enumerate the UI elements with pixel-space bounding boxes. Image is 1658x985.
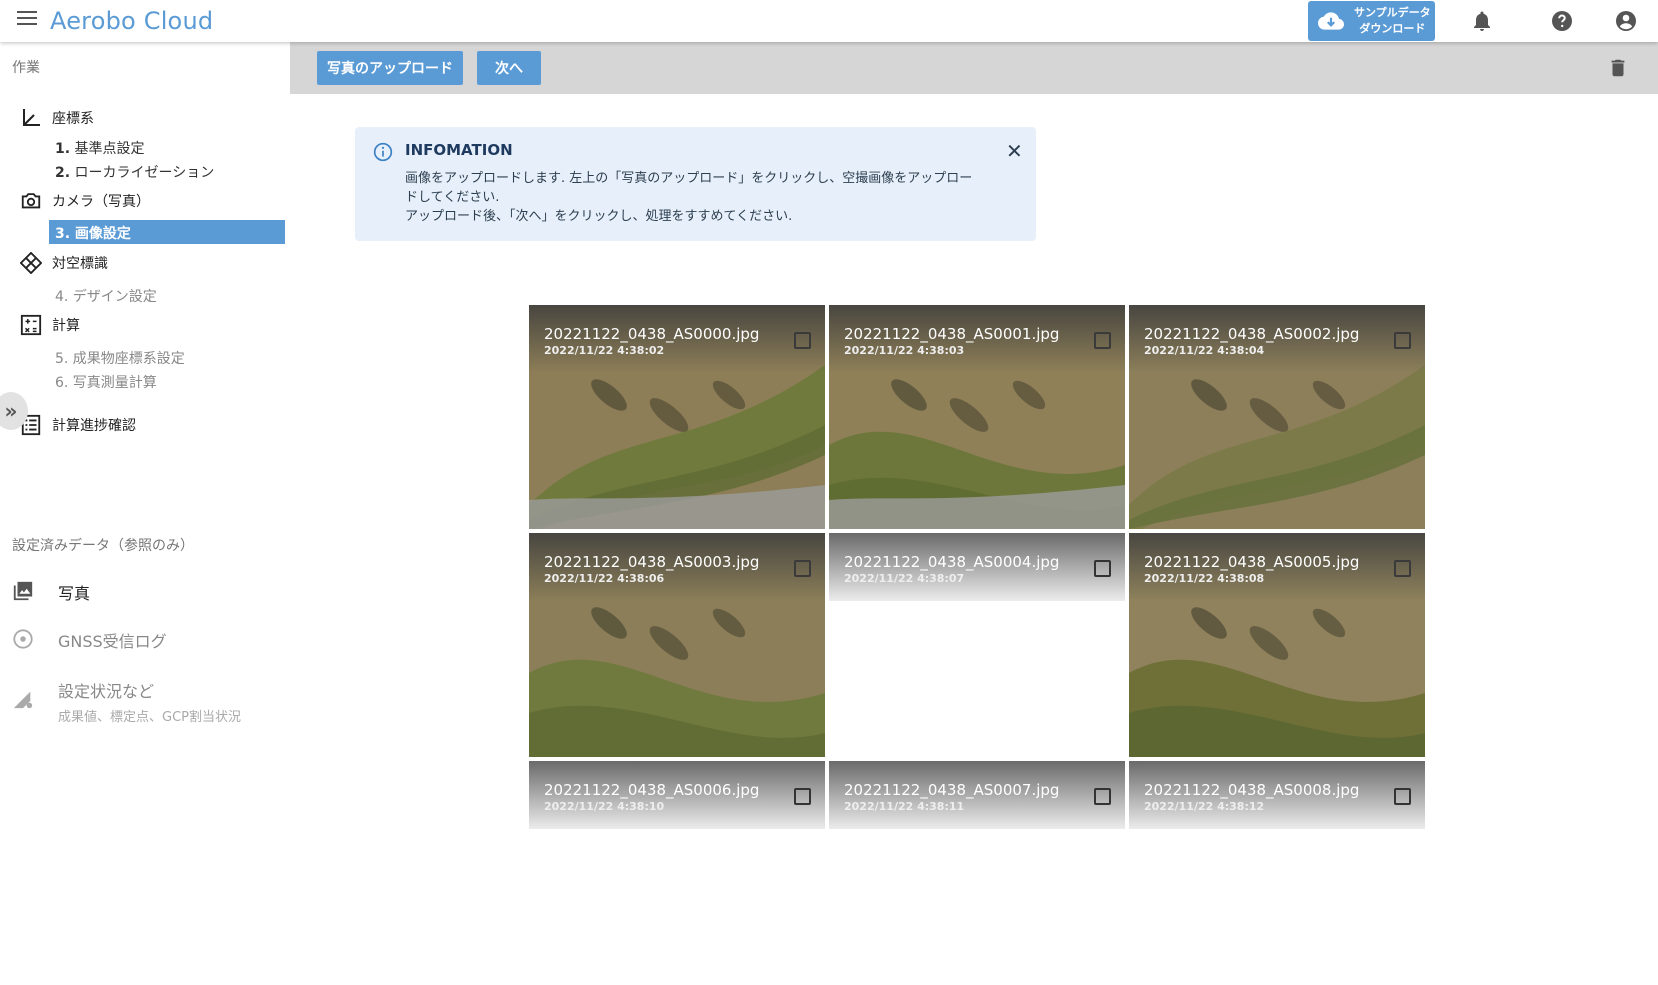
axis-icon [23,109,40,126]
ref-item-gnss-label: GNSS受信ログ [58,632,167,651]
sidebar-group-progress[interactable]: 計算進捗確認 [20,414,136,436]
photo-select-checkbox[interactable] [1094,560,1111,577]
ref-item-photo[interactable]: 写真 [12,580,90,604]
sidebar-item-step1[interactable]: 1. 基準点設定 [55,138,145,158]
app-title[interactable]: Aerobo Cloud [50,7,213,35]
cloud-download-icon [1318,12,1344,30]
trash-icon[interactable] [1607,56,1629,80]
photo-select-checkbox[interactable] [794,788,811,805]
photo-tile[interactable]: 20221122_0438_AS0003.jpg 2022/11/22 4:38:… [529,533,825,757]
upload-photos-button[interactable]: 写真のアップロード [317,51,463,85]
sidebar-group-calc[interactable]: 計算 [20,314,80,336]
photo-tile[interactable]: 20221122_0438_AS0008.jpg 2022/11/22 4:38:… [1129,761,1425,985]
photo-timestamp: 2022/11/22 4:38:07 [844,572,965,585]
signal-settings-icon [13,691,33,709]
photo-filename: 20221122_0438_AS0003.jpg [544,553,760,571]
photo-filename: 20221122_0438_AS0001.jpg [844,325,1060,343]
photo-filename: 20221122_0438_AS0000.jpg [544,325,760,343]
info-icon [373,142,393,162]
photo-timestamp: 2022/11/22 4:38:04 [1144,344,1265,357]
photo-tile[interactable]: 20221122_0438_AS0004.jpg 2022/11/22 4:38:… [829,533,1125,757]
app-bar: Aerobo Cloud サンプルデータ ダウンロード [0,0,1658,42]
photo-tile[interactable]: 20221122_0438_AS0005.jpg 2022/11/22 4:38:… [1129,533,1425,757]
photo-timestamp: 2022/11/22 4:38:12 [1144,800,1265,813]
hamburger-icon[interactable] [17,11,37,29]
photo-timestamp: 2022/11/22 4:38:10 [544,800,665,813]
photo-tile[interactable]: 20221122_0438_AS0001.jpg 2022/11/22 4:38:… [829,305,1125,529]
info-banner: INFOMATION 画像をアップロードします. 左上の「写真のアップロード」を… [355,127,1036,241]
photo-filename: 20221122_0438_AS0004.jpg [844,553,1060,571]
next-button[interactable]: 次へ [477,51,541,85]
account-circle-icon[interactable] [1614,9,1638,33]
sidebar-group-camera-label: カメラ（写真） [52,194,150,210]
photo-select-checkbox[interactable] [794,332,811,349]
photo-select-checkbox[interactable] [1394,332,1411,349]
photo-timestamp: 2022/11/22 4:38:02 [544,344,665,357]
sidebar-item-step6[interactable]: 6. 写真測量計算 [55,372,157,392]
sidebar-item-step4[interactable]: 4. デザイン設定 [55,286,157,306]
sidebar: 作業 座標系 1. 基準点設定 2. ローカライゼーション カメラ（写真） 3.… [0,42,290,822]
close-icon[interactable]: ✕ [1006,139,1023,163]
photo-select-checkbox[interactable] [1094,332,1111,349]
photo-timestamp: 2022/11/22 4:38:06 [544,572,665,585]
sidebar-group-target-label: 対空標識 [52,256,108,272]
photo-timestamp: 2022/11/22 4:38:11 [844,800,965,813]
photo-tile[interactable]: 20221122_0438_AS0000.jpg 2022/11/22 4:38:… [529,305,825,529]
radio-button-icon [13,629,33,649]
photo-timestamp: 2022/11/22 4:38:03 [844,344,965,357]
photo-tile[interactable]: 20221122_0438_AS0002.jpg 2022/11/22 4:38:… [1129,305,1425,529]
ref-item-status-label: 設定状況など 成果値、標定点、GCP割当状況 [58,682,241,725]
bell-icon[interactable] [1470,9,1494,33]
camera-icon [21,193,41,209]
sidebar-item-step3[interactable]: 3. 画像設定 [49,220,285,244]
ref-item-status[interactable]: 設定状況など 成果値、標定点、GCP割当状況 [12,678,241,725]
section-work-heading: 作業 [12,60,40,76]
photo-tile[interactable]: 20221122_0438_AS0006.jpg 2022/11/22 4:38:… [529,761,825,985]
sidebar-group-calc-label: 計算 [52,318,80,334]
sidebar-group-coord[interactable]: 座標系 [20,107,94,129]
photo-select-checkbox[interactable] [1394,788,1411,805]
photo-timestamp: 2022/11/22 4:38:08 [1144,572,1265,585]
info-title: INFOMATION [405,141,513,159]
sample-data-download-button[interactable]: サンプルデータ ダウンロード [1308,1,1435,41]
photo-filename: 20221122_0438_AS0008.jpg [1144,781,1360,799]
ref-item-status-sub: 成果値、標定点、GCP割当状況 [58,710,241,725]
ref-item-gnss[interactable]: GNSS受信ログ [12,628,167,652]
sample-data-download-label: サンプルデータ ダウンロード [1354,6,1431,35]
photo-select-checkbox[interactable] [794,560,811,577]
photo-select-checkbox[interactable] [1094,788,1111,805]
sidebar-group-progress-label: 計算進捗確認 [52,418,136,434]
help-icon[interactable] [1550,9,1574,33]
photo-tile[interactable]: 20221122_0438_AS0007.jpg 2022/11/22 4:38:… [829,761,1125,985]
photo-library-icon [13,581,33,601]
photo-filename: 20221122_0438_AS0006.jpg [544,781,760,799]
photo-filename: 20221122_0438_AS0005.jpg [1144,553,1360,571]
toolbar: 写真のアップロード 次へ [290,42,1658,94]
target-marker-icon [20,252,42,274]
photo-filename: 20221122_0438_AS0002.jpg [1144,325,1360,343]
sidebar-group-coord-label: 座標系 [52,111,94,127]
ref-item-photo-label: 写真 [58,584,91,603]
section-ref-heading: 設定済みデータ（参照のみ） [12,538,194,554]
info-body: 画像をアップロードします. 左上の「写真のアップロード」をクリックし、空撮画像を… [405,171,973,224]
calculator-icon [20,314,42,336]
sidebar-item-step5[interactable]: 5. 成果物座標系設定 [55,348,185,368]
photo-select-checkbox[interactable] [1394,560,1411,577]
photo-filename: 20221122_0438_AS0007.jpg [844,781,1060,799]
sidebar-group-camera[interactable]: カメラ（写真） [20,190,150,212]
sidebar-item-step2[interactable]: 2. ローカライゼーション [55,162,214,182]
sidebar-group-target[interactable]: 対空標識 [20,252,108,274]
